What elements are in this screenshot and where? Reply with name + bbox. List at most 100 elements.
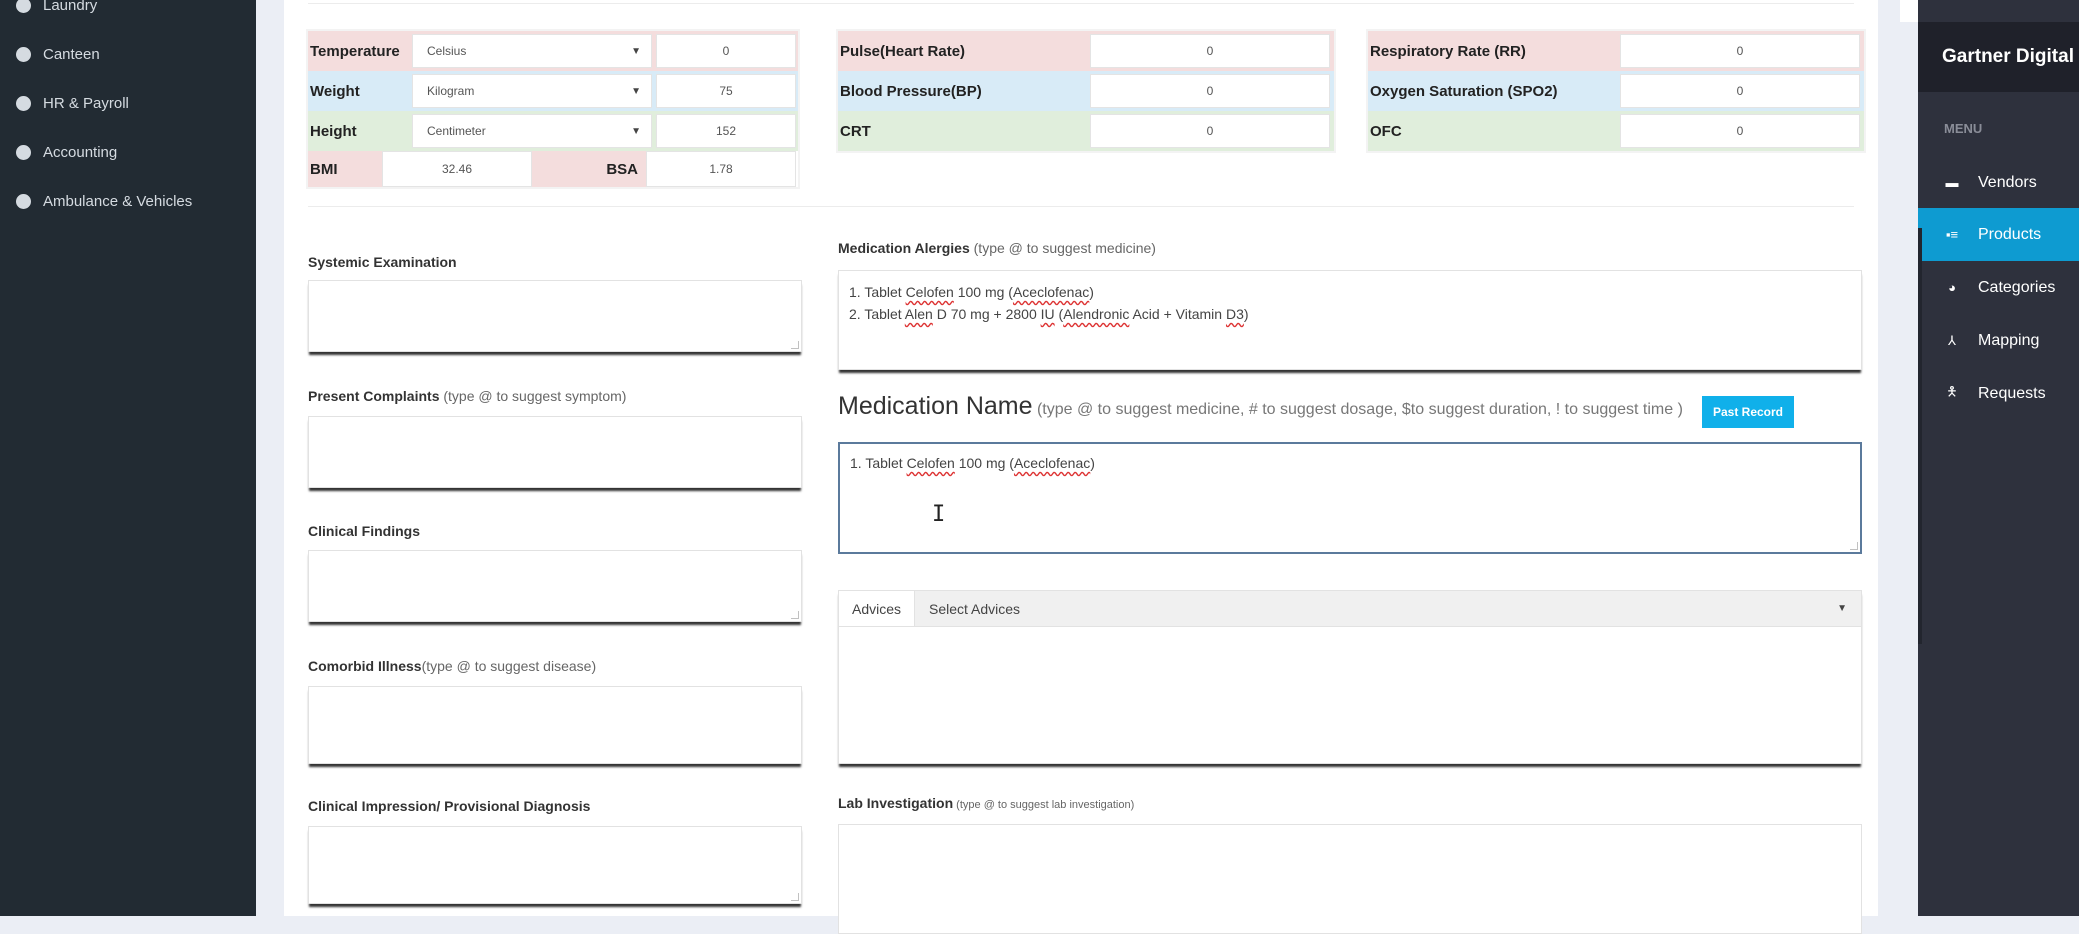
input-value: 0	[722, 44, 730, 58]
spo2-input[interactable]: 0	[1620, 74, 1860, 108]
menu-item-label: Categories	[1978, 278, 2056, 296]
weight-unit-select[interactable]: Kilogram ▼	[412, 74, 652, 108]
vital-row-ofc: OFC 0	[1368, 111, 1864, 151]
sidebar-item-label: Accounting	[43, 144, 118, 161]
vital-label: Blood Pressure(BP)	[840, 82, 982, 100]
menu-item-requests[interactable]: 🯅 Requests	[1918, 367, 2079, 420]
sidebar-item-laundry[interactable]: Laundry	[16, 0, 97, 14]
pie-chart-icon: ◕	[1948, 280, 1956, 295]
select-value: Celsius	[427, 44, 467, 58]
temperature-unit-select[interactable]: Celsius ▼	[412, 34, 652, 68]
select-value: Kilogram	[427, 84, 475, 98]
mapping-icon: ⅄	[1948, 332, 1956, 348]
medication-allergies-textarea[interactable]: 1. Tablet Celofen 100 mg (Aceclofenac) 2…	[838, 270, 1862, 370]
bp-input[interactable]: 0	[1090, 74, 1330, 108]
select-advices-dropdown[interactable]: Select Advices ▼	[915, 591, 1861, 626]
vitals-secondary: Pulse(Heart Rate) 0 Blood Pressure(BP) 0…	[836, 29, 1336, 153]
comorbid-illness-label: Comorbid Illness(type @ to suggest disea…	[308, 658, 596, 674]
sidebar-item-label: Ambulance & Vehicles	[43, 193, 193, 210]
bullet-icon	[16, 145, 31, 160]
menu-item-label: Mapping	[1978, 331, 2040, 349]
vital-label: OFC	[1370, 122, 1402, 140]
allergies-text: 1. Tablet Celofen 100 mg (Aceclofenac) 2…	[839, 271, 1861, 335]
sidebar-item-hr-payroll[interactable]: HR & Payroll	[16, 95, 129, 112]
systemic-examination-textarea[interactable]	[308, 280, 802, 352]
request-icon: 🯅	[1946, 383, 1958, 399]
lab-investigation-label: Lab Investigation (type @ to suggest lab…	[838, 795, 1134, 811]
caret-down-icon: ▼	[1837, 603, 1847, 614]
medication-name-textarea[interactable]: 1. Tablet Celofen 100 mg (Aceclofenac)	[838, 442, 1862, 554]
bullet-icon	[16, 96, 31, 111]
menu-item-categories[interactable]: ◕ Categories	[1918, 261, 2079, 314]
rr-input[interactable]: 0	[1620, 34, 1860, 68]
height-input[interactable]: 152	[656, 114, 796, 148]
resize-handle-icon[interactable]	[791, 611, 799, 619]
bmi-label: BMI	[308, 151, 382, 187]
sidebar-item-label: Laundry	[43, 0, 98, 14]
caret-down-icon: ▼	[631, 85, 641, 97]
vital-row-temperature: Temperature Celsius ▼ 0	[308, 31, 798, 71]
clinical-findings-textarea[interactable]	[308, 550, 802, 622]
weight-input[interactable]: 75	[656, 74, 796, 108]
input-value: 152	[715, 124, 737, 138]
product-card-icon: ▪≡	[1945, 227, 1959, 242]
input-value: 1.78	[709, 162, 733, 176]
resize-handle-icon[interactable]	[791, 893, 799, 901]
menu-item-label: Products	[1978, 225, 2042, 243]
right-gutter	[1878, 0, 1918, 916]
sidebar-item-accounting[interactable]: Accounting	[16, 144, 117, 161]
sidebar-item-label: Canteen	[43, 46, 100, 63]
comorbid-illness-textarea[interactable]	[308, 686, 802, 764]
bmi-value: 32.46	[382, 151, 532, 187]
systemic-examination-label: Systemic Examination	[308, 254, 457, 270]
resize-handle-icon[interactable]	[1850, 542, 1858, 550]
right-app-panel: Gartner Digital MENU ▬ Vendors ▪≡ Produc…	[1918, 0, 2079, 916]
select-placeholder: Select Advices	[929, 600, 1021, 617]
tab-advices[interactable]: Advices	[839, 591, 915, 626]
medication-text: 1. Tablet Celofen 100 mg (Aceclofenac)	[840, 444, 1860, 484]
clinical-impression-label: Clinical Impression/ Provisional Diagnos…	[308, 798, 590, 814]
label-text: Systemic Examination	[308, 254, 457, 270]
label-hint: (type @ to suggest symptom)	[439, 388, 627, 404]
input-value: 0	[1206, 124, 1214, 138]
clinical-impression-textarea[interactable]	[308, 826, 802, 904]
vital-label: Pulse(Heart Rate)	[840, 42, 966, 60]
lab-investigation-textarea[interactable]	[838, 824, 1862, 934]
vital-label: CRT	[840, 122, 871, 140]
vital-label: Weight	[310, 82, 360, 100]
present-complaints-textarea[interactable]	[308, 416, 802, 488]
vital-row-bmi-bsa: BMI 32.46 BSA 1.78	[308, 151, 798, 187]
bullet-icon	[16, 0, 31, 13]
sidebar-item-ambulance-vehicles[interactable]: Ambulance & Vehicles	[16, 193, 192, 210]
menu-item-mapping[interactable]: ⅄ Mapping	[1918, 314, 2079, 367]
divider	[308, 206, 1854, 207]
caret-down-icon: ▼	[631, 125, 641, 137]
label-text: Clinical Impression/ Provisional Diagnos…	[308, 798, 591, 814]
heading-text: Medication Name	[838, 392, 1033, 420]
allergy-line: 1. Tablet Celofen 100 mg (Aceclofenac)	[849, 284, 1094, 300]
sidebar-item-canteen[interactable]: Canteen	[16, 46, 100, 63]
label-text: Comorbid Illness	[308, 658, 422, 674]
clinical-findings-label: Clinical Findings	[308, 523, 420, 539]
ofc-input[interactable]: 0	[1620, 114, 1860, 148]
height-unit-select[interactable]: Centimeter ▼	[412, 114, 652, 148]
pulse-input[interactable]: 0	[1090, 34, 1330, 68]
input-value: 32.46	[441, 162, 473, 176]
vital-label: Height	[310, 122, 357, 140]
left-gutter	[256, 0, 284, 916]
menu-item-products[interactable]: ▪≡ Products	[1918, 208, 2079, 261]
past-record-button[interactable]: Past Record	[1702, 396, 1794, 428]
input-value: 0	[1206, 44, 1214, 58]
menu-item-label: Vendors	[1978, 173, 2037, 191]
resize-handle-icon[interactable]	[791, 341, 799, 349]
label-text: Lab Investigation	[838, 795, 954, 811]
medication-line: 1. Tablet Celofen 100 mg (Aceclofenac)	[850, 455, 1095, 471]
vital-row-spo2: Oxygen Saturation (SPO2) 0	[1368, 71, 1864, 111]
temperature-input[interactable]: 0	[656, 34, 796, 68]
menu-item-label: Requests	[1978, 384, 2046, 402]
menu-item-vendors[interactable]: ▬ Vendors	[1918, 156, 2079, 209]
input-value: 0	[1736, 124, 1744, 138]
menu-heading: MENU	[1944, 121, 1983, 136]
crt-input[interactable]: 0	[1090, 114, 1330, 148]
sidebar-item-label: HR & Payroll	[43, 95, 129, 112]
